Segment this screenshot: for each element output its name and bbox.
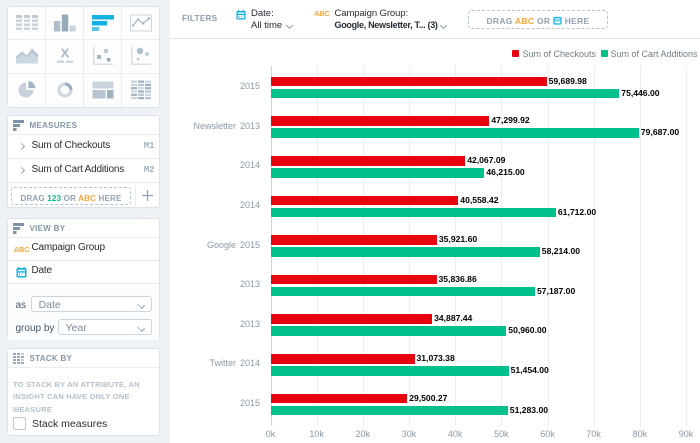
svg-text:X: X bbox=[60, 48, 69, 61]
